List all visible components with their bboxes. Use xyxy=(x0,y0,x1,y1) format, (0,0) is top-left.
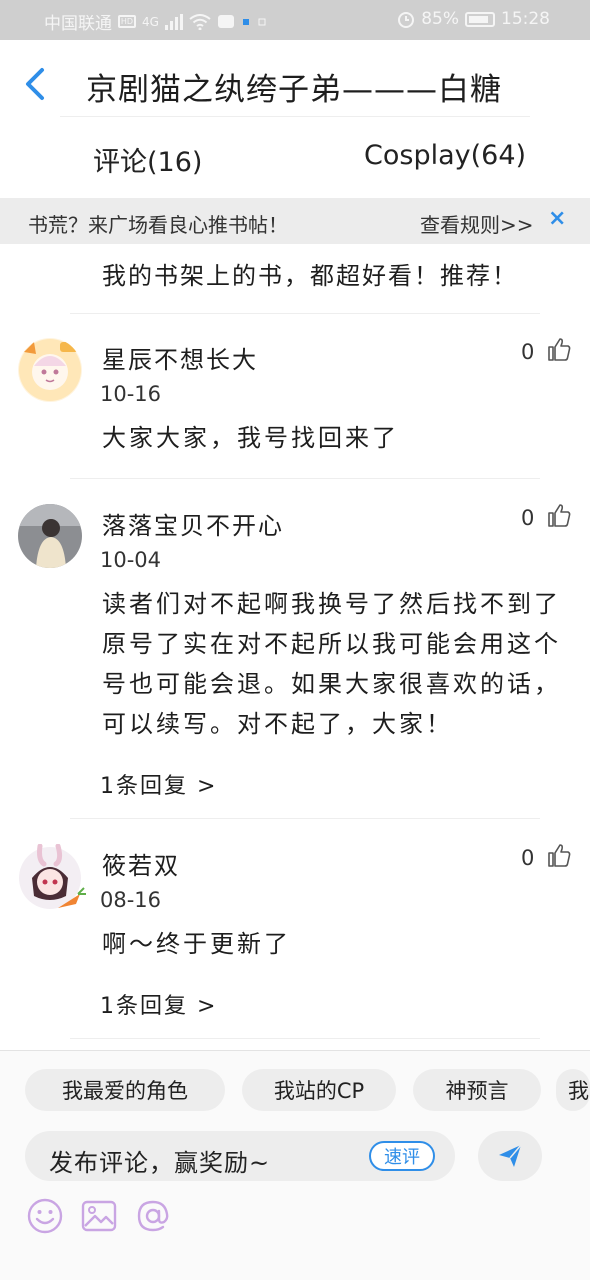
username[interactable]: 星辰不想长大 xyxy=(102,340,258,375)
comment-date: 08-16 xyxy=(100,888,162,912)
status-bar: 中国联通 HD 4G 85% 15:28 xyxy=(0,0,590,40)
view-replies-link[interactable]: 1条回复 > xyxy=(100,988,217,1020)
alarm-icon xyxy=(398,12,415,28)
comment-item: 落落宝贝不开心 10-04 0 读者们对不起啊我换号了然后找不到了原号了实在对不… xyxy=(0,504,590,814)
status-right: 85% 15:28 xyxy=(397,9,550,29)
send-button[interactable] xyxy=(478,1131,542,1181)
view-rules-link[interactable]: 查看规则>> xyxy=(420,209,534,238)
header-divider xyxy=(60,116,530,117)
battery-percent: 85% xyxy=(421,9,459,29)
quick-comment-button[interactable]: 速评 xyxy=(369,1141,435,1171)
comment-composer: 我最爱的角色 我站的CP 神预言 我 发布评论，赢奖励~ 速评 xyxy=(0,1050,590,1280)
username[interactable]: 筱若双 xyxy=(102,846,180,881)
thumbs-up-icon[interactable] xyxy=(546,842,572,868)
hd-icon: HD xyxy=(118,15,136,28)
promo-banner[interactable]: 书荒？来广场看良心推书帖！ 查看规则>> × xyxy=(0,198,590,244)
thumbs-up-icon[interactable] xyxy=(546,336,572,362)
chevron-left-icon[interactable] xyxy=(20,64,50,104)
topic-chip[interactable]: 神预言 xyxy=(413,1069,541,1111)
comment-item: 筱若双 08-16 0 啊～终于更新了 1条回复 > xyxy=(0,842,590,1044)
signal-bars-icon xyxy=(164,13,183,30)
avatar-image xyxy=(18,504,82,568)
close-icon[interactable]: × xyxy=(548,206,566,231)
banner-text: 书荒？来广场看良心推书帖！ xyxy=(28,213,288,237)
comment-date: 10-16 xyxy=(100,382,162,406)
divider xyxy=(70,478,540,479)
carrier-label: 中国联通 xyxy=(44,14,112,34)
view-replies-link[interactable]: 1条回复 > xyxy=(100,768,217,800)
topic-chip[interactable]: 我站的CP xyxy=(242,1069,396,1111)
status-left: 中国联通 HD 4G xyxy=(44,9,267,34)
like-count: 0 xyxy=(521,846,535,870)
comment-text: 读者们对不起啊我换号了然后找不到了原号了实在对不起所以我可能会用这个号也可能会退… xyxy=(102,590,561,738)
topic-chip[interactable]: 我最爱的角色 xyxy=(25,1069,225,1111)
avatar[interactable] xyxy=(18,504,82,568)
comment-item: 星辰不想长大 10-16 0 大家大家，我号找回来了 xyxy=(0,338,590,488)
header: 京剧猫之纨绔子弟———白糖 xyxy=(0,40,590,118)
tab-comments[interactable]: 评论(16) xyxy=(93,140,202,179)
comment-text: 啊～终于更新了 xyxy=(102,930,291,958)
notification-icon xyxy=(242,18,249,25)
divider xyxy=(70,313,540,314)
avatar-image xyxy=(19,843,86,909)
emoji-icon[interactable] xyxy=(26,1197,64,1235)
tab-bar: 评论(16) Cosplay(64) xyxy=(0,130,590,190)
avatar[interactable] xyxy=(18,338,82,402)
battery-icon xyxy=(465,11,495,27)
like-count: 0 xyxy=(521,506,535,530)
thumbs-up-icon[interactable] xyxy=(546,502,572,528)
avatar[interactable] xyxy=(18,843,86,909)
comment-date: 10-04 xyxy=(100,548,162,572)
like-count: 0 xyxy=(521,340,535,364)
comment-text-partial: 我的书架上的书，都超好看！推荐！ xyxy=(102,262,518,290)
message-icon xyxy=(217,15,234,28)
signal-icon: 4G xyxy=(142,14,159,29)
comment-input-placeholder: 发布评论，赢奖励~ xyxy=(49,1149,271,1177)
image-icon[interactable] xyxy=(80,1197,118,1235)
topic-chip[interactable]: 我 xyxy=(556,1069,590,1111)
send-icon xyxy=(499,1144,522,1167)
comment-feed[interactable]: 我的书架上的书，都超好看！推荐！ 星辰不想长大 10-16 0 大家大家，我号找… xyxy=(0,244,590,1050)
clock: 15:28 xyxy=(501,9,550,29)
page-title: 京剧猫之纨绔子弟———白糖 xyxy=(86,72,502,108)
avatar-image xyxy=(19,339,81,401)
wifi-icon xyxy=(189,13,211,30)
divider xyxy=(70,818,540,819)
comment-input[interactable]: 发布评论，赢奖励~ 速评 xyxy=(25,1131,455,1181)
divider xyxy=(70,1038,540,1039)
username[interactable]: 落落宝贝不开心 xyxy=(102,506,284,541)
notification-icon xyxy=(258,18,266,25)
comment-text: 大家大家，我号找回来了 xyxy=(102,424,399,452)
at-icon[interactable] xyxy=(134,1197,172,1235)
tab-cosplay[interactable]: Cosplay(64) xyxy=(364,140,526,171)
